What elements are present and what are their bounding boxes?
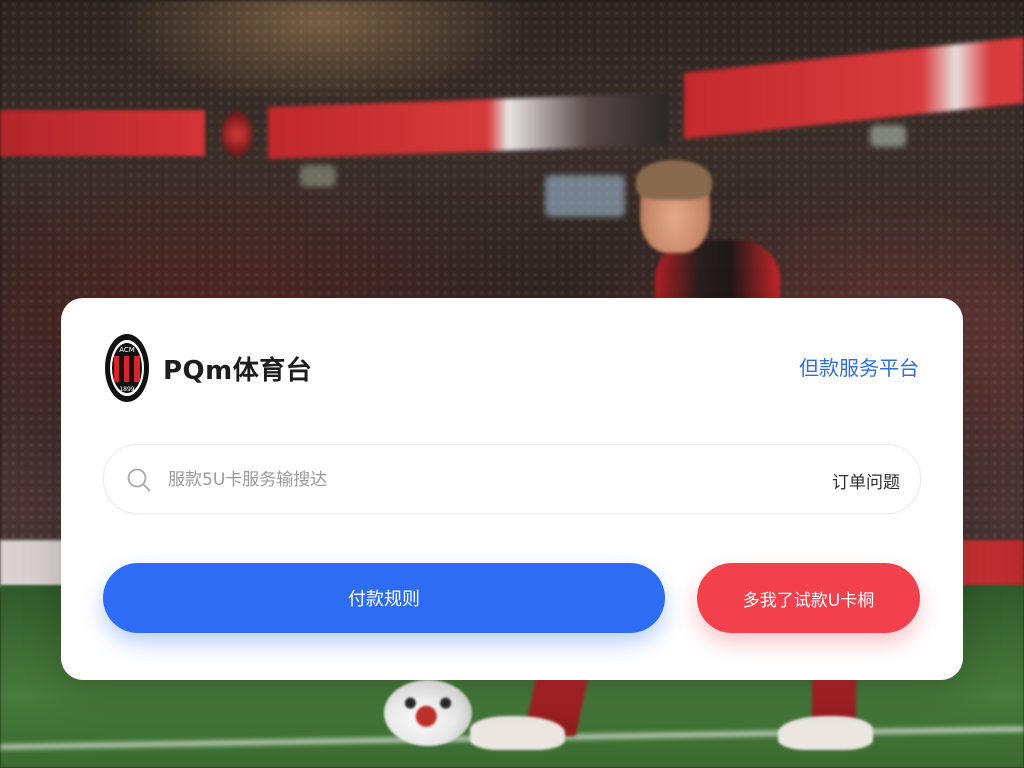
player-hair xyxy=(636,160,712,200)
service-platform-link[interactable]: 但款服务平台 xyxy=(799,352,919,381)
svg-text:ACM: ACM xyxy=(119,346,135,354)
football-icon xyxy=(384,680,472,746)
player-boot xyxy=(470,716,565,750)
stadium-light xyxy=(870,125,906,147)
stage: ACM 1899 PQm体育台 但款服务平台 订单问题 付款规则 多我了试款U卡… xyxy=(0,0,1024,768)
page-title: PQm体育台 xyxy=(163,356,313,386)
club-crest-icon: ACM 1899 xyxy=(105,334,149,402)
report-payment-button[interactable]: 多我了试款U卡桐 xyxy=(697,563,920,633)
stadium-badge xyxy=(222,112,252,156)
service-card: ACM 1899 PQm体育台 但款服务平台 订单问题 付款规则 多我了试款U卡… xyxy=(61,298,963,680)
svg-text:1899: 1899 xyxy=(119,386,134,393)
order-issue-link[interactable]: 订单问题 xyxy=(832,468,900,493)
search-icon xyxy=(126,467,152,493)
payment-rules-button[interactable]: 付款规则 xyxy=(103,563,665,633)
search-bar[interactable]: 订单问题 xyxy=(103,444,921,514)
player-boot xyxy=(778,716,873,750)
search-input[interactable] xyxy=(166,461,760,499)
stadium-light xyxy=(545,175,625,217)
stadium-banner-left xyxy=(0,110,205,156)
stadium-light xyxy=(300,165,336,187)
